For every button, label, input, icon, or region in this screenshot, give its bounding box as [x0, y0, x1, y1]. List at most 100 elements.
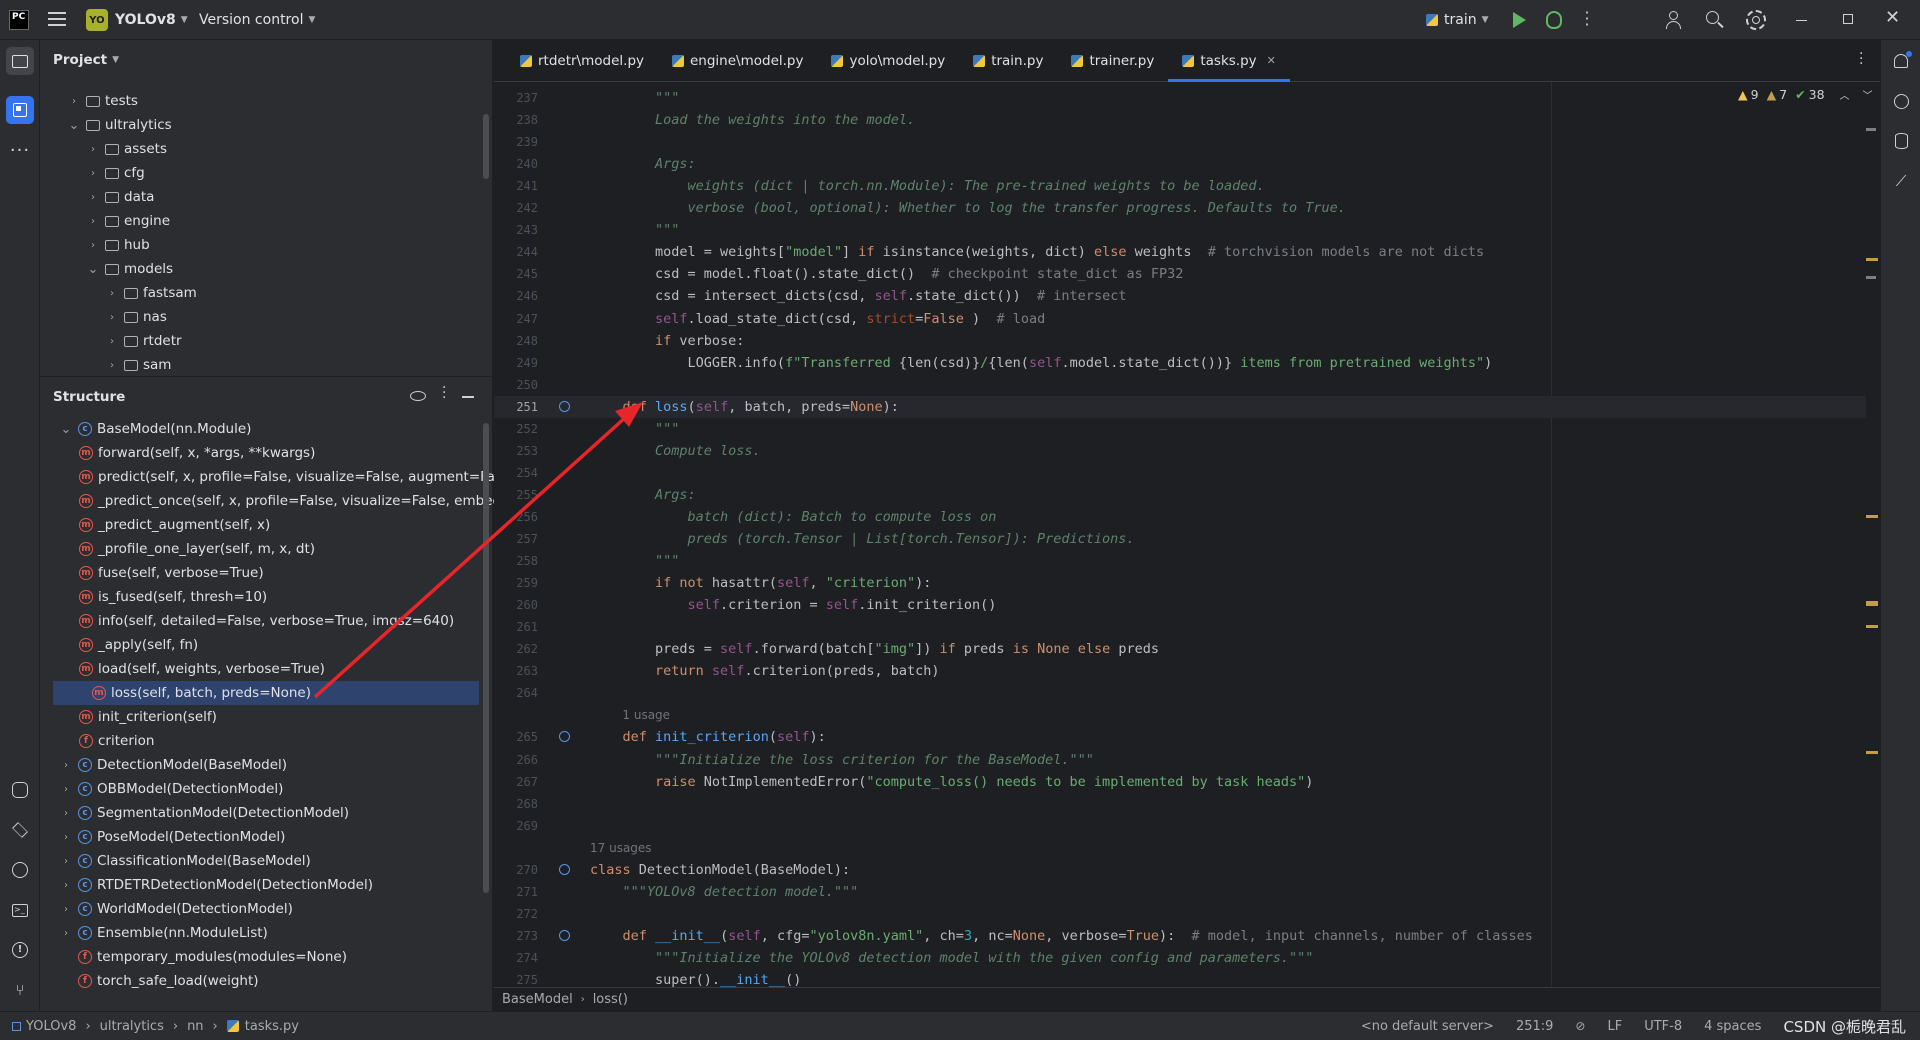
structure-item[interactable]: › c DetectionModel(BaseModel) [60, 753, 287, 777]
structure-item[interactable]: m _apply(self, fn) [79, 633, 198, 657]
code-line[interactable]: self.load_state_dict(csd, strict=False )… [590, 308, 1045, 330]
git-branch-icon[interactable]: ⑂ [6, 976, 34, 1004]
structure-item[interactable]: › c Ensemble(nn.ModuleList) [60, 921, 268, 945]
file-encoding[interactable]: UTF-8 [1644, 1019, 1682, 1034]
project-scrollbar[interactable] [483, 114, 489, 179]
editor-tab[interactable]: tasks.py ✕ [1168, 40, 1290, 82]
editor-tab[interactable]: train.py [959, 40, 1057, 82]
code-line[interactable]: model = weights["model"] if isinstance(w… [590, 241, 1484, 263]
project-switcher[interactable]: YO YOLOv8 ▼ [86, 9, 188, 31]
project-tree-item[interactable]: › sam [106, 353, 171, 377]
layers-icon[interactable] [6, 816, 34, 844]
stripe-marker[interactable] [1866, 258, 1878, 261]
debug-icon[interactable] [1546, 11, 1562, 29]
usage-hint[interactable]: 1 usage [622, 708, 670, 722]
code-line[interactable]: csd = model.float().state_dict() # check… [590, 263, 1183, 285]
stripe-marker[interactable] [1866, 625, 1878, 628]
project-tool-button[interactable] [6, 47, 34, 75]
structure-item[interactable]: m _predict_augment(self, x) [79, 513, 270, 537]
ai-assistant-icon[interactable] [1887, 87, 1915, 115]
close-window-icon[interactable]: ✕ [1885, 7, 1900, 28]
project-tree-item[interactable]: › tests [68, 89, 138, 113]
structure-item[interactable]: m forward(self, x, *args, **kwargs) [79, 441, 315, 465]
structure-item[interactable]: f temporary_modules(modules=None) [60, 945, 347, 969]
chevron-right-icon[interactable]: › [60, 928, 72, 939]
code-line[interactable]: raise NotImplementedError("compute_loss(… [590, 771, 1313, 793]
chevron-right-icon[interactable]: › [87, 192, 99, 203]
override-gutter-icon[interactable] [559, 400, 570, 412]
override-gutter-icon[interactable] [559, 731, 570, 743]
project-tree-item[interactable]: ⌄ ultralytics [68, 113, 172, 137]
more-options-icon[interactable]: · · · [442, 381, 446, 405]
usage-hint[interactable]: 17 usages [590, 841, 652, 855]
settings-icon[interactable] [1746, 10, 1766, 30]
restore-icon[interactable] [1843, 14, 1853, 24]
services-icon[interactable] [6, 856, 34, 884]
editor-tab[interactable]: rtdetr\model.py [506, 40, 658, 82]
code-line[interactable]: preds (torch.Tensor | List[torch.Tensor]… [590, 528, 1135, 550]
editor-tab[interactable]: trainer.py [1057, 40, 1168, 82]
project-tree-item[interactable]: ⌄ models [87, 257, 174, 281]
cursor-position[interactable]: 251:9 [1516, 1019, 1553, 1034]
structure-item[interactable]: ⌄ c BaseModel(nn.Module) [60, 417, 252, 441]
line-separator[interactable]: LF [1607, 1019, 1622, 1034]
code-line[interactable]: """YOLOv8 detection model.""" [590, 881, 859, 903]
structure-item[interactable]: f torch_safe_load(weight) [60, 969, 259, 993]
tabs-more-icon[interactable]: · · · [1859, 47, 1863, 71]
chevron-right-icon[interactable]: › [60, 784, 72, 795]
inspection-widget[interactable]: ▲ 9 ▲ 7 ✔ 38 ︿ ﹀ [1738, 87, 1873, 102]
code-line[interactable]: """ [590, 418, 679, 440]
structure-item[interactable]: › c RTDETRDetectionModel(DetectionModel) [60, 873, 373, 897]
code-line[interactable]: Args: [590, 484, 696, 506]
breadcrumb-class[interactable]: BaseModel [502, 992, 573, 1007]
vcs-menu[interactable]: Version control ▼ [199, 12, 315, 28]
structure-item[interactable]: › c ClassificationModel(BaseModel) [60, 849, 311, 873]
problems-icon[interactable]: ! [6, 936, 34, 964]
notifications-icon[interactable] [1887, 47, 1915, 75]
profiler-icon[interactable]: ⟋ [1887, 167, 1915, 195]
chevron-right-icon[interactable]: › [87, 240, 99, 251]
chevron-right-icon[interactable]: › [87, 168, 99, 179]
stripe-marker[interactable] [1866, 515, 1878, 518]
stripe-marker[interactable] [1866, 601, 1878, 606]
eye-icon[interactable] [410, 391, 426, 401]
code-line[interactable]: csd = intersect_dicts(csd, self.state_di… [590, 285, 1126, 307]
stripe-marker[interactable] [1866, 751, 1878, 754]
add-user-icon[interactable] [1666, 11, 1684, 29]
editor-tab[interactable]: engine\model.py [658, 40, 817, 82]
structure-item[interactable]: › c PoseModel(DetectionModel) [60, 825, 285, 849]
database-icon[interactable] [1887, 127, 1915, 155]
python-console-icon[interactable] [6, 776, 34, 804]
chevron-right-icon[interactable]: › [60, 904, 72, 915]
code-line[interactable]: class DetectionModel(BaseModel): [590, 859, 850, 881]
structure-item[interactable]: › c WorldModel(DetectionModel) [60, 897, 293, 921]
chevron-right-icon[interactable]: › [68, 96, 80, 107]
structure-tool-button[interactable] [6, 96, 34, 124]
override-gutter-icon[interactable] [559, 863, 570, 875]
structure-item[interactable]: f criterion [79, 729, 154, 753]
chevron-right-icon[interactable]: › [106, 360, 118, 371]
editor-tab[interactable]: yolo\model.py [817, 40, 959, 82]
structure-item[interactable]: m predict(self, x, profile=False, visuali… [79, 465, 514, 489]
breadcrumb-function[interactable]: loss() [593, 992, 628, 1007]
status-path-item[interactable]: ultralytics [100, 1019, 164, 1034]
code-line[interactable]: verbose (bool, optional): Whether to log… [590, 197, 1346, 219]
project-tree-item[interactable]: › data [87, 185, 154, 209]
code-line[interactable]: Args: [590, 153, 696, 175]
search-icon[interactable] [1706, 11, 1724, 29]
chevron-right-icon[interactable]: › [60, 760, 72, 771]
code-line[interactable]: """Initialize the loss criterion for the… [590, 749, 1094, 771]
code-line[interactable]: """ [590, 550, 679, 572]
main-menu-icon[interactable] [48, 12, 66, 28]
project-tree-item[interactable]: › nas [106, 305, 167, 329]
chevron-right-icon[interactable]: › [60, 880, 72, 891]
run-icon[interactable] [1513, 12, 1526, 28]
terminal-icon[interactable]: >_ [6, 896, 34, 924]
structure-item[interactable]: m info(self, detailed=False, verbose=True… [79, 609, 454, 633]
code-line[interactable]: if not hasattr(self, "criterion"): [590, 572, 931, 594]
code-line[interactable]: Load the weights into the model. [590, 109, 915, 131]
chevron-right-icon[interactable]: › [106, 312, 118, 323]
code-line[interactable]: """Initialize the YOLOv8 detection model… [590, 947, 1313, 969]
project-tree-item[interactable]: › hub [87, 233, 150, 257]
structure-item[interactable]: m load(self, weights, verbose=True) [79, 657, 325, 681]
